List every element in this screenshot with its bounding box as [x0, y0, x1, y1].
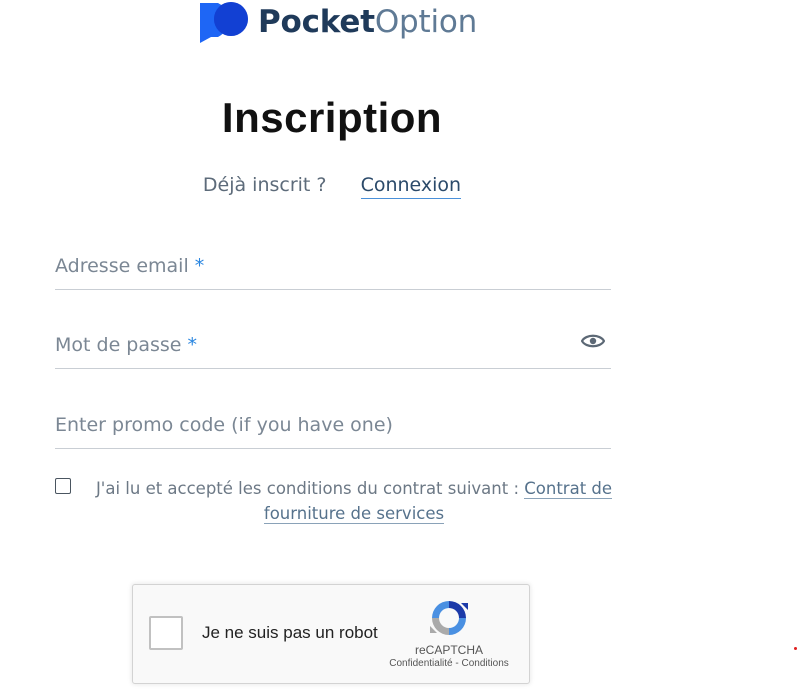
brand-logo[interactable]: PocketOption — [198, 0, 477, 44]
recaptcha-branding: reCAPTCHA Confidentialité - Conditions — [381, 597, 517, 671]
brand-name-bold: Pocket — [258, 4, 375, 40]
promo-code-field: Enter promo code (if you have one) — [55, 406, 611, 449]
terms-text: J'ai lu et accepté les conditions du con… — [91, 476, 617, 526]
login-question: Déjà inscrit ? — [202, 174, 327, 196]
terms-checkbox[interactable] — [55, 478, 71, 494]
recaptcha-checkbox[interactable] — [149, 616, 183, 650]
email-field: Adresse email * — [55, 247, 611, 290]
recaptcha-icon — [430, 601, 468, 635]
brand-name-light: Option — [374, 4, 478, 40]
pocket-option-logo-icon — [200, 2, 248, 43]
recaptcha-widget: Je ne suis pas un robot reCAPTCHA Confid… — [132, 584, 530, 684]
recaptcha-links: Confidentialité - Conditions — [381, 657, 517, 671]
password-field: Mot de passe * — [55, 326, 611, 369]
eye-icon[interactable] — [581, 332, 605, 350]
recaptcha-brand: reCAPTCHA — [414, 643, 483, 657]
recaptcha-links-separator: - — [452, 658, 462, 669]
recaptcha-terms-link[interactable]: Conditions — [462, 658, 509, 669]
password-input[interactable] — [55, 326, 611, 366]
promo-code-input[interactable] — [55, 406, 611, 446]
login-prompt: Déjà inscrit ? Connexion — [0, 172, 664, 199]
email-input[interactable] — [55, 247, 611, 287]
decorative-dot — [794, 647, 797, 650]
login-link[interactable]: Connexion — [360, 174, 462, 199]
page-title: Inscription — [221, 94, 443, 141]
registration-page: PocketOption Inscription Déjà inscrit ? … — [0, 0, 800, 690]
recaptcha-privacy-link[interactable]: Confidentialité — [389, 658, 452, 669]
recaptcha-label: Je ne suis pas un robot — [202, 623, 378, 642]
terms-agreement: J'ai lu et accepté les conditions du con… — [55, 476, 613, 532]
terms-text-body: J'ai lu et accepté les conditions du con… — [95, 479, 525, 498]
brand-name: PocketOption — [258, 3, 477, 41]
